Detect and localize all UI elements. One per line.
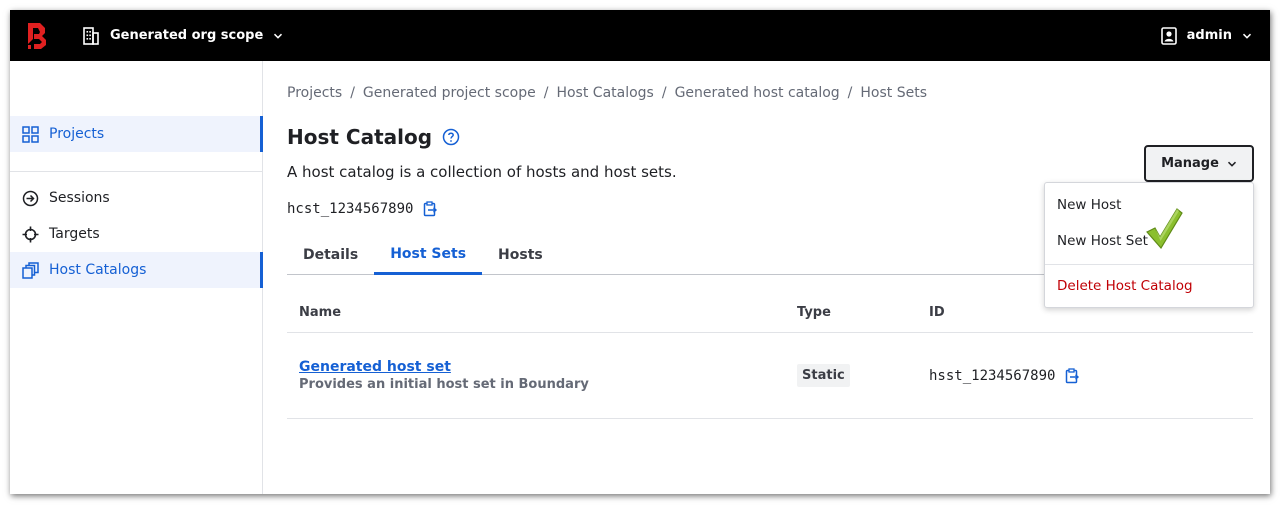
cell-type: Static [797, 364, 929, 387]
top-header: Generated org scope admin [10, 10, 1270, 61]
sessions-enter-icon [22, 190, 39, 206]
page-description: A host catalog is a collection of hosts … [287, 163, 677, 181]
cell-name: Generated host set Provides an initial h… [287, 359, 797, 392]
org-scope-switcher[interactable]: Generated org scope [82, 10, 283, 61]
resource-id: hcst_1234567890 [287, 201, 438, 217]
table-row: Generated host set Provides an initial h… [287, 333, 1253, 419]
breadcrumb-host-catalog[interactable]: Generated host catalog [675, 85, 840, 101]
sidebar-item-targets[interactable]: Targets [10, 216, 263, 252]
sidebar-divider [10, 171, 263, 172]
sidebar-item-projects[interactable]: Projects [10, 116, 263, 152]
crosshair-icon [22, 226, 39, 242]
column-header-name: Name [299, 305, 342, 320]
breadcrumb-project-scope[interactable]: Generated project scope [363, 85, 536, 101]
boundary-logo-icon[interactable] [26, 22, 48, 50]
grid-icon [22, 125, 39, 143]
manage-button-label: Manage [1161, 156, 1219, 171]
breadcrumb-separator: / [661, 85, 667, 101]
org-scope-label: Generated org scope [110, 28, 264, 43]
type-badge: Static [797, 364, 850, 387]
checkmark-icon [1146, 208, 1183, 250]
tab-host-sets[interactable]: Host Sets [374, 235, 483, 275]
clipboard-copy-icon[interactable] [422, 201, 438, 217]
breadcrumb-host-sets[interactable]: Host Sets [860, 85, 927, 101]
breadcrumb-separator: / [847, 85, 853, 101]
chevron-down-icon [274, 33, 283, 39]
host-set-id: hsst_1234567890 [929, 367, 1056, 384]
breadcrumb-separator: / [543, 85, 549, 101]
user-avatar-icon [1160, 26, 1177, 45]
manage-button[interactable]: Manage [1144, 145, 1254, 182]
help-icon[interactable] [442, 128, 460, 146]
page-title-row: Host Catalog [287, 125, 460, 149]
building-icon [83, 26, 99, 45]
host-set-id-row: hsst_1234567890 [929, 368, 1253, 384]
sidebar-item-label: Projects [49, 126, 105, 142]
menu-item-new-host-set[interactable]: New Host Set [1057, 233, 1148, 249]
menu-item-delete-host-catalog[interactable]: Delete Host Catalog [1057, 278, 1193, 294]
page-title: Host Catalog [287, 125, 433, 149]
column-header-type: Type [797, 305, 831, 320]
sidebar: Projects Sessions Targets Host Catalogs [10, 61, 263, 494]
breadcrumb-projects[interactable]: Projects [287, 85, 342, 101]
sidebar-item-label: Host Catalogs [49, 262, 147, 278]
host-set-link[interactable]: Generated host set [299, 359, 797, 375]
user-name: admin [1186, 28, 1232, 43]
tab-details[interactable]: Details [287, 235, 374, 275]
sidebar-item-host-catalogs[interactable]: Host Catalogs [10, 252, 263, 288]
menu-divider [1045, 264, 1253, 265]
breadcrumb: Projects / Generated project scope / Hos… [287, 85, 927, 101]
breadcrumb-separator: / [350, 85, 355, 101]
host-catalog-id: hcst_1234567890 [287, 201, 414, 217]
host-sets-table: Name Type ID Generated host set Provides… [287, 293, 1253, 419]
tab-hosts[interactable]: Hosts [482, 235, 559, 275]
cell-id: hsst_1234567890 [929, 368, 1253, 384]
menu-item-new-host[interactable]: New Host [1057, 197, 1121, 213]
user-menu[interactable]: admin [1160, 10, 1252, 61]
chevron-down-icon [1242, 33, 1252, 39]
chevron-down-icon [1227, 161, 1236, 167]
app-window: Generated org scope admin Projects Sessi… [10, 10, 1270, 494]
sidebar-item-label: Targets [49, 226, 100, 242]
sidebar-item-label: Sessions [49, 190, 110, 206]
breadcrumb-host-catalogs[interactable]: Host Catalogs [556, 85, 653, 101]
host-set-description: Provides an initial host set in Boundary [299, 377, 589, 392]
clipboard-copy-icon[interactable] [1064, 367, 1080, 384]
host-catalog-icon [22, 261, 39, 279]
sidebar-item-sessions[interactable]: Sessions [10, 180, 263, 216]
